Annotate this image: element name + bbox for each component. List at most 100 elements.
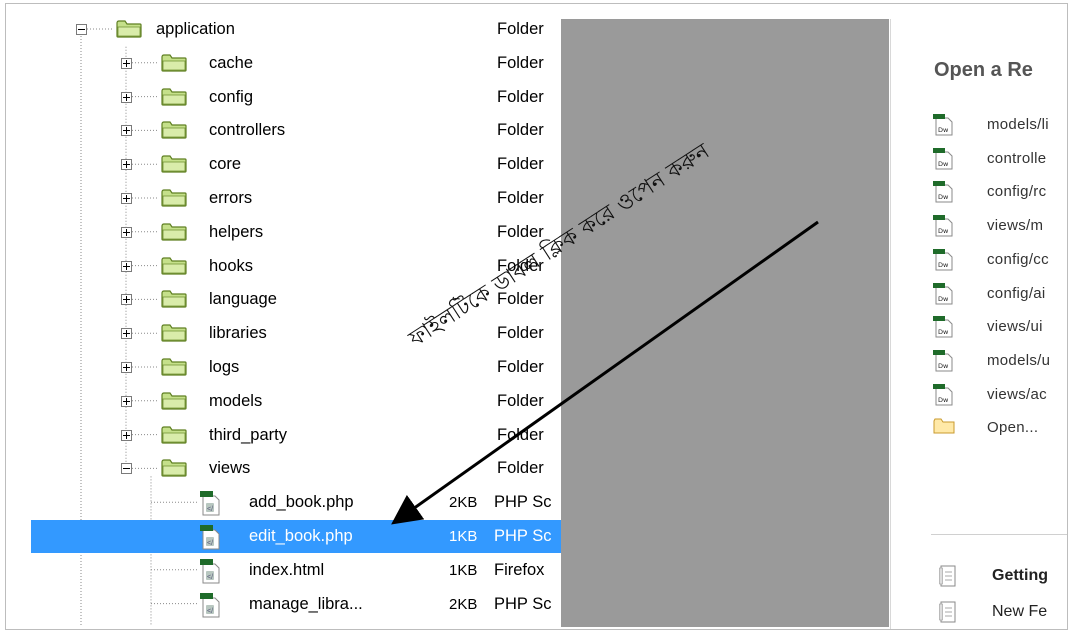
item-name: cache xyxy=(209,53,254,72)
collapse-toggle-icon[interactable] xyxy=(76,24,87,35)
collapse-toggle-icon[interactable] xyxy=(121,463,132,475)
recent-file-item[interactable]: Dw views/ui xyxy=(891,310,1067,344)
recent-file-label: config/cc xyxy=(987,250,1049,268)
open-recent-heading: Open a Re xyxy=(934,59,1033,81)
help-link-item[interactable]: Getting xyxy=(891,559,1067,593)
folder-row-logs[interactable]: logs Folder xyxy=(31,351,561,384)
folder-row-controllers[interactable]: controllers Folder xyxy=(31,114,561,147)
recent-file-label: config/rc xyxy=(987,183,1047,201)
item-size: 1KB xyxy=(449,528,478,545)
item-type: Folder xyxy=(497,20,544,38)
expand-toggle-icon[interactable] xyxy=(121,294,132,306)
expand-toggle-icon[interactable] xyxy=(121,91,132,103)
expand-toggle-icon[interactable] xyxy=(121,226,132,238)
item-name: add_book.php xyxy=(249,493,354,512)
file-row-index-html[interactable]: </ index.html 1KB Firefox xyxy=(31,554,561,587)
open-file-item[interactable]: Open... xyxy=(891,411,1067,445)
recent-file-item[interactable]: Dw models/u xyxy=(891,344,1067,378)
file-row-manage-libra[interactable]: </ manage_libra... 2KB PHP Sc xyxy=(31,588,561,621)
item-type: Folder xyxy=(497,358,544,376)
expand-toggle-icon[interactable] xyxy=(121,125,132,137)
folder-icon xyxy=(161,392,187,410)
svg-text:Dw: Dw xyxy=(938,193,949,201)
empty-editor-area xyxy=(561,19,889,627)
folder-row-third-party[interactable]: third_party Folder xyxy=(31,419,561,452)
svg-text:Dw: Dw xyxy=(938,227,949,235)
folder-row-helpers[interactable]: helpers Folder xyxy=(31,216,561,249)
expand-toggle-icon[interactable] xyxy=(121,260,132,272)
svg-text:Dw: Dw xyxy=(938,261,949,269)
item-type: Folder xyxy=(497,121,544,140)
item-name: language xyxy=(209,290,277,309)
item-type: Folder xyxy=(497,155,544,174)
item-type: PHP Sc xyxy=(494,594,552,613)
help-link-label: New Fe xyxy=(992,603,1048,620)
dw-file-icon: Dw xyxy=(933,215,953,237)
dw-file-icon: Dw xyxy=(933,349,953,372)
svg-text:Dw: Dw xyxy=(938,396,949,404)
recent-file-item[interactable]: Dw config/ai xyxy=(891,277,1067,311)
item-name: edit_book.php xyxy=(249,527,353,545)
expand-toggle-icon[interactable] xyxy=(121,362,132,373)
dw-file-icon: Dw xyxy=(933,316,953,338)
item-name: logs xyxy=(209,358,240,376)
folder-row-models[interactable]: models Folder xyxy=(31,385,561,418)
item-type: Folder xyxy=(497,391,544,410)
expand-toggle-icon[interactable] xyxy=(121,395,132,407)
recent-file-item[interactable]: Dw views/ac xyxy=(891,378,1067,412)
expand-toggle-icon[interactable] xyxy=(121,57,132,69)
svg-text:</: </ xyxy=(207,608,213,615)
item-type: Folder xyxy=(497,324,544,343)
file-row-edit-book-php[interactable]: </ edit_book.php 1KB PHP Sc xyxy=(31,520,561,553)
item-type: PHP Sc xyxy=(494,493,552,512)
recent-file-label: models/li xyxy=(987,116,1049,133)
dw-file-icon: Dw xyxy=(933,147,953,170)
start-page-panel: Open a Re Dw models/li Dw controlle Dw config… xyxy=(890,19,1067,629)
svg-text:Dw: Dw xyxy=(938,295,949,303)
php-file-icon: </ xyxy=(199,490,221,516)
item-name: third_party xyxy=(209,425,287,444)
folder-row-views[interactable]: views Folder xyxy=(31,452,561,485)
recent-file-item[interactable]: Dw views/m xyxy=(891,209,1067,243)
svg-text:Dw: Dw xyxy=(938,362,949,370)
svg-text:</: </ xyxy=(207,574,213,581)
item-size: 1KB xyxy=(449,561,478,579)
recent-file-item[interactable]: Dw config/cc xyxy=(891,243,1067,277)
folder-row-cache[interactable]: cache Folder xyxy=(31,47,561,80)
document-icon xyxy=(939,601,957,623)
file-row-add-book-php[interactable]: </ add_book.php 2KB PHP Sc xyxy=(31,486,561,519)
item-type: Folder xyxy=(497,425,544,444)
item-name: libraries xyxy=(209,324,267,343)
item-size: 2KB xyxy=(449,494,478,512)
folder-icon xyxy=(161,223,187,241)
expand-toggle-icon[interactable] xyxy=(121,429,132,441)
recent-file-label: views/m xyxy=(987,217,1044,235)
folder-row-core[interactable]: core Folder xyxy=(31,148,561,181)
folder-icon xyxy=(161,87,187,106)
folder-icon xyxy=(161,358,187,376)
recent-file-item[interactable]: Dw config/rc xyxy=(891,175,1067,209)
svg-text:Dw: Dw xyxy=(938,160,949,168)
folder-row-libraries[interactable]: libraries Folder xyxy=(31,317,561,350)
folder-row-config[interactable]: config Folder xyxy=(31,81,561,114)
dw-file-icon: Dw xyxy=(933,248,953,271)
folder-icon xyxy=(161,121,187,139)
folder-icon xyxy=(161,189,187,207)
folder-row-errors[interactable]: errors Folder xyxy=(31,182,561,215)
item-name: application xyxy=(156,20,235,38)
dw-file-icon: Dw xyxy=(933,114,953,136)
help-link-item[interactable]: New Fe xyxy=(891,595,1067,629)
item-name: hooks xyxy=(209,256,254,275)
recent-file-label: models/u xyxy=(987,351,1051,369)
expand-toggle-icon[interactable] xyxy=(121,328,132,340)
files-panel: application Folder cache Folder config Folder… xyxy=(31,15,561,625)
expand-toggle-icon[interactable] xyxy=(121,159,132,171)
folder-row-application[interactable]: application Folder xyxy=(31,15,561,46)
folder-icon xyxy=(933,417,955,439)
svg-text:Dw: Dw xyxy=(938,126,949,134)
recent-file-item[interactable]: Dw models/li xyxy=(891,108,1067,142)
screenshot-frame: application Folder cache Folder config Folder… xyxy=(5,3,1068,630)
open-label: Open... xyxy=(987,419,1039,437)
recent-file-item[interactable]: Dw controlle xyxy=(891,142,1067,176)
expand-toggle-icon[interactable] xyxy=(121,193,132,204)
